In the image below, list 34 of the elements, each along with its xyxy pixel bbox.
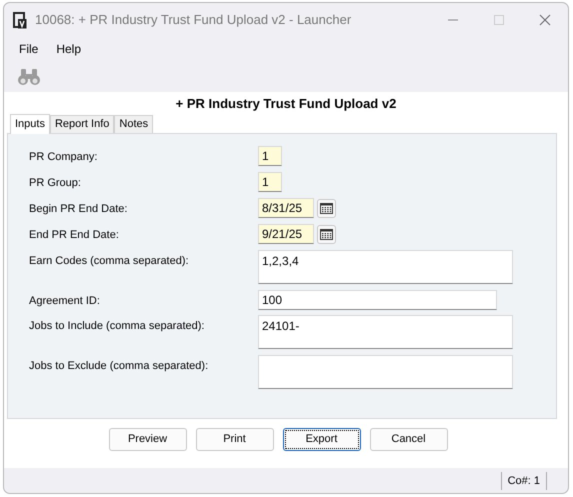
menu-item[interactable]: File xyxy=(10,40,48,58)
tab[interactable]: Inputs xyxy=(10,114,50,134)
calendar-button[interactable] xyxy=(317,198,336,218)
field-label: Agreement ID: xyxy=(29,294,101,309)
field-label: Begin PR End Date: xyxy=(29,202,128,217)
action-button[interactable]: Preview xyxy=(108,428,186,451)
input-field[interactable]: 100 xyxy=(258,290,497,310)
menu-item[interactable]: Help xyxy=(47,40,90,58)
tab[interactable]: Notes xyxy=(114,115,154,133)
action-button[interactable]: Export xyxy=(282,428,360,451)
text-area[interactable]: 24101- xyxy=(258,315,513,349)
calendar-button[interactable] xyxy=(317,224,336,244)
date-field[interactable]: 8/31/25 xyxy=(258,198,314,218)
field-label: Jobs to Include (comma separated): xyxy=(29,319,206,334)
report-title: + PR Industry Trust Fund Upload v2 xyxy=(176,95,396,114)
action-button[interactable]: Cancel xyxy=(370,428,448,451)
field-label: PR Company: xyxy=(29,150,98,165)
action-button[interactable]: Print xyxy=(196,428,274,451)
status-company: Co#: 1 xyxy=(500,472,547,490)
date-field[interactable]: 9/21/25 xyxy=(258,224,314,244)
input-field[interactable]: 1 xyxy=(258,146,282,166)
calendar-icon xyxy=(320,228,333,240)
field-label: PR Group: xyxy=(29,176,82,191)
text-area[interactable] xyxy=(258,355,513,389)
field-label: Jobs to Exclude (comma separated): xyxy=(29,359,210,374)
text-area[interactable]: 1,2,3,4 xyxy=(258,250,513,284)
field-label: Earn Codes (comma separated): xyxy=(29,254,190,269)
app-icon xyxy=(13,12,27,28)
window-title: 10068: + PR Industry Trust Fund Upload v2 - Launcher xyxy=(35,11,352,30)
field-label: End PR End Date: xyxy=(29,228,120,243)
tab[interactable]: Report Info xyxy=(50,115,114,133)
binoculars-icon[interactable] xyxy=(18,68,40,86)
calendar-icon xyxy=(320,202,333,214)
input-field[interactable]: 1 xyxy=(258,172,282,192)
